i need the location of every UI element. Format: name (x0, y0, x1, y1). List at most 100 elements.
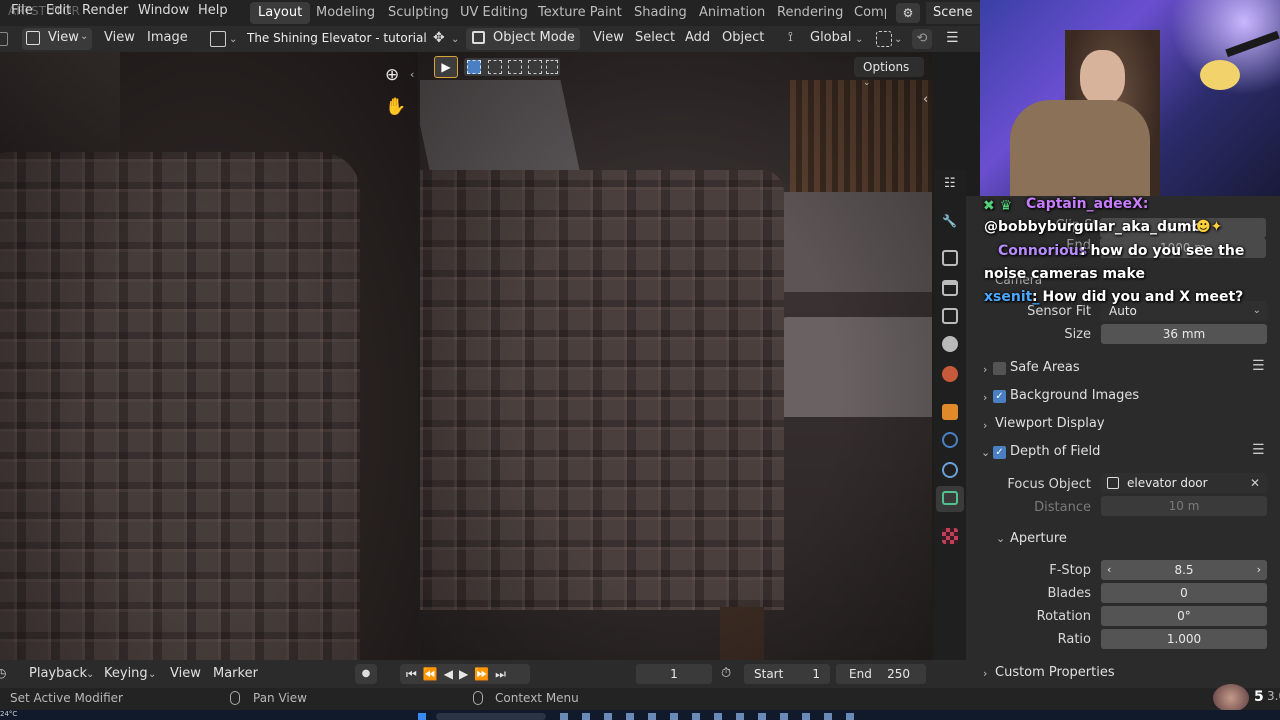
menu-help[interactable]: Help (198, 3, 228, 18)
tab-sculpting[interactable]: Sculpting (380, 2, 457, 24)
tab-rendering[interactable]: Rendering (769, 2, 851, 24)
object-tab-icon[interactable] (942, 404, 958, 420)
current-frame-field[interactable]: 1 (636, 664, 712, 684)
pivot-point-icon[interactable] (876, 31, 892, 47)
stopwatch-icon[interactable]: ⏱ (721, 666, 731, 681)
world-tab-icon[interactable] (942, 366, 958, 382)
viewport-display-header[interactable]: Viewport Display (995, 416, 1105, 431)
menu-file[interactable]: File (11, 3, 33, 18)
camera-data-tab-active[interactable] (936, 486, 964, 512)
taskbar-search[interactable] (436, 713, 546, 720)
timeline-view-menu[interactable]: View (170, 666, 201, 681)
transform-orientation-dropdown[interactable]: Global (810, 30, 851, 45)
select-box-new-icon[interactable] (467, 60, 481, 74)
tool-tab-icon[interactable]: 🔧 (942, 214, 958, 230)
menu-render[interactable]: Render (82, 3, 128, 18)
texture-tab-icon[interactable] (942, 528, 958, 544)
select-tool-icon[interactable]: ▶ (434, 56, 458, 78)
view-mode-dropdown[interactable]: View ⌄ (22, 28, 92, 50)
sidebar-toggle-icon[interactable]: ‹ (410, 68, 414, 81)
depth-of-field-checkbox[interactable]: ✓ (993, 446, 1006, 459)
snap-icon[interactable]: ⟲ (912, 29, 932, 49)
fstop-field[interactable]: ‹ 8.5 › (1101, 560, 1267, 580)
viewport-object-menu[interactable]: Object (722, 30, 764, 45)
size-field[interactable]: 36 mm (1101, 324, 1267, 344)
start-frame-field[interactable]: Start 1 (744, 664, 830, 684)
options-dropdown[interactable]: Options ⌄ (854, 57, 924, 88)
transform-gizmo-icon[interactable]: ✥ (433, 30, 445, 46)
tab-layout[interactable]: Layout (250, 2, 311, 24)
depth-of-field-header[interactable]: Depth of Field (1010, 444, 1100, 459)
tab-texture-paint[interactable]: Texture Paint (530, 2, 630, 24)
scene-tab-icon[interactable] (942, 336, 958, 352)
safe-areas-checkbox[interactable] (993, 362, 1006, 375)
viewport-view-menu[interactable]: View (593, 30, 624, 45)
tab-shading[interactable]: Shading (626, 2, 695, 24)
focus-object-field[interactable]: elevator door ✕ (1101, 473, 1267, 493)
scene-icon[interactable]: ⚙ (896, 3, 920, 23)
tab-compositing[interactable]: Comp (846, 2, 886, 24)
image-editor-view-menu[interactable]: View (104, 30, 135, 45)
hand-pan-icon[interactable]: ✋ (385, 97, 406, 117)
aperture-header[interactable]: Aperture (1010, 531, 1067, 546)
background-images-checkbox[interactable]: ✓ (993, 390, 1006, 403)
object-mode-icon (472, 31, 485, 44)
custom-properties-header[interactable]: Custom Properties (995, 665, 1115, 680)
select-box-invert-icon[interactable] (528, 60, 542, 74)
object-mode-dropdown[interactable]: Object Mode ⌄ (466, 28, 580, 50)
image-name-field[interactable]: The Shining Elevator - tutorial (240, 28, 427, 50)
clear-icon[interactable]: ✕ (1250, 473, 1260, 493)
background-images-header[interactable]: Background Images (1010, 388, 1139, 403)
list-icon[interactable]: ☰ (1252, 358, 1265, 374)
properties-editor-icon[interactable]: ☷ (944, 176, 956, 191)
increment-icon[interactable]: › (1257, 560, 1261, 580)
zoom-icon[interactable]: ⊕ (385, 65, 399, 85)
timeline-marker-menu[interactable]: Marker (213, 666, 258, 681)
viewport-select-menu[interactable]: Select (635, 30, 675, 45)
distance-field[interactable]: 10 m (1101, 496, 1267, 516)
keying-menu[interactable]: Keying (104, 666, 148, 681)
editor-type-icon[interactable]: ◷ (0, 666, 6, 680)
taskbar-app-icons[interactable] (560, 713, 860, 720)
3d-viewport[interactable]: ▶ Options ⌄ ‹ (420, 52, 932, 660)
ratio-field[interactable]: 1.000 (1101, 629, 1267, 649)
select-box-subtract-icon[interactable] (508, 60, 522, 74)
safe-areas-header[interactable]: Safe Areas (1010, 360, 1080, 375)
rotation-label: Rotation (1036, 609, 1091, 624)
menu-edit[interactable]: Edit (46, 3, 71, 18)
chevron-down-icon: ⌄ (981, 446, 991, 459)
vignette (0, 52, 418, 660)
constraints-tab-icon[interactable] (942, 462, 958, 478)
select-box-extend-icon[interactable] (488, 60, 502, 74)
start-icon[interactable] (418, 713, 426, 720)
viewport-add-menu[interactable]: Add (685, 30, 710, 45)
mouse-icon (230, 691, 240, 705)
sidebar-toggle-icon[interactable]: ‹ (923, 92, 928, 107)
blades-field[interactable]: 0 (1101, 583, 1267, 603)
image-editor-area[interactable]: ⊕ ‹ ✋ (0, 52, 418, 660)
image-editor-image-menu[interactable]: Image (147, 30, 188, 45)
record-icon[interactable]: ● (355, 664, 377, 684)
view-layer-tab-icon[interactable] (942, 308, 958, 324)
scene-selector[interactable]: Scene (926, 2, 980, 24)
physics-tab-icon[interactable] (942, 432, 958, 448)
list-icon[interactable]: ☰ (1252, 442, 1265, 458)
tab-animation[interactable]: Animation (691, 2, 773, 24)
image-browse-icon[interactable] (210, 31, 226, 47)
render-tab-icon[interactable] (942, 250, 958, 266)
tab-uv-editing[interactable]: UV Editing (452, 2, 536, 24)
editor-type-icon[interactable] (0, 32, 8, 46)
outliner-editor-icon[interactable]: ☰ (946, 30, 959, 46)
rotation-field[interactable]: 0° (1101, 606, 1267, 626)
menu-window[interactable]: Window (138, 3, 189, 18)
end-frame-field[interactable]: End 250 (836, 664, 926, 684)
playback-menu[interactable]: Playback (29, 666, 87, 681)
tab-modeling[interactable]: Modeling (308, 2, 383, 24)
decrement-icon[interactable]: ‹ (1107, 560, 1111, 580)
properties-tab-column: ☷ 🔧 (934, 170, 966, 660)
playback-controls[interactable]: ⏮⏪◀▶⏩⏭ (400, 664, 530, 684)
viewer-count-suffix: 3.0 (1267, 689, 1280, 703)
select-box-intersect-icon[interactable] (546, 60, 558, 74)
streamer-sweater (1010, 100, 1150, 196)
output-tab-icon[interactable] (942, 280, 958, 296)
